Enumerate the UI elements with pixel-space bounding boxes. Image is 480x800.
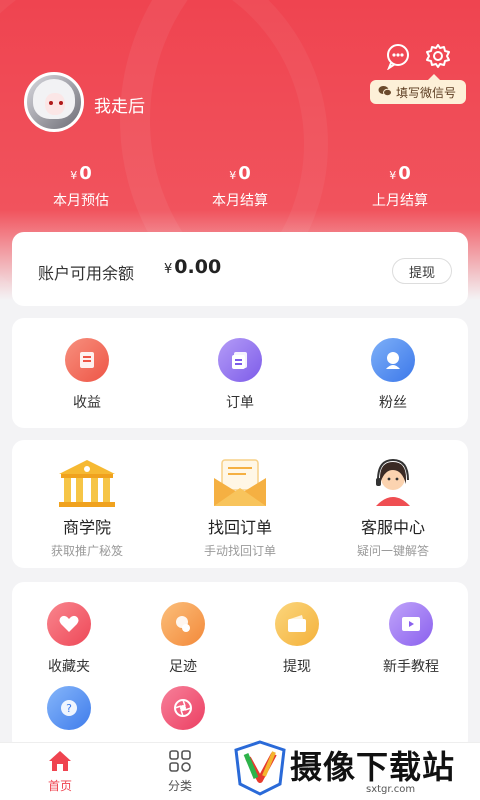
menu-item-subtitle: 手动找回订单 [203,544,276,558]
menu-item-title: 商学院 [62,518,111,537]
footprint-icon [161,602,205,646]
menu-item-help[interactable]: ? [24,686,114,730]
menu-item-orders[interactable]: 订单 [195,338,285,412]
menu-item-footprint[interactable]: 足迹 [138,602,228,676]
help-icon: ? [47,686,91,730]
menu-item-title: 找回订单 [207,518,272,537]
stat-value: 0 [398,163,411,184]
settings-gear-icon[interactable] [424,42,452,70]
stat-label: 上月结算 [372,193,428,209]
menu-item-tutorial[interactable]: 新手教程 [366,602,456,676]
tab-category[interactable]: 分类 [150,749,210,794]
message-icon[interactable] [384,42,412,71]
video-icon [389,602,433,646]
menu-item-label: 订单 [226,395,254,411]
menu-item-label: 提现 [283,659,311,675]
currency-symbol: ¥ [229,169,237,182]
watermark-logo-icon [234,740,286,800]
tab-label: 分类 [167,779,192,793]
watermark-text: 摄像下载站 [290,748,456,786]
aperture-icon [161,686,205,730]
balance-value: 0.00 [174,256,222,278]
avatar-eye [59,101,63,105]
stat-label: 本月结算 [212,193,268,209]
tab-label: 首页 [47,779,72,793]
menu-item-label: 收藏夹 [48,659,90,675]
tools-menu: 收藏夹 足迹 提现 新手教程 ? [12,582,468,752]
earnings-icon [65,338,109,382]
menu-item-academy[interactable]: 商学院 获取推广秘笈 [22,452,152,559]
menu-item-label: 新手教程 [383,659,439,675]
menu-item-title: 客服中心 [360,518,425,537]
withdraw-button[interactable]: 提现 [392,258,452,284]
avatar[interactable] [24,72,84,132]
wechat-icon [378,85,392,100]
watermark: 摄像下载站 sxtgr.com [230,736,480,800]
menu-item-fans[interactable]: 粉丝 [348,338,438,412]
stat-label: 本月预估 [53,193,109,209]
stat-month-settled[interactable]: ¥0 本月结算 [185,163,295,210]
menu-item-label: 粉丝 [379,395,407,411]
wechat-tip-label: 填写微信号 [396,85,457,100]
home-icon [30,749,90,775]
wechat-tip[interactable]: 填写微信号 [370,74,466,104]
fans-icon [371,338,415,382]
quick-menu: 收益 订单 粉丝 [12,318,468,428]
envelope-icon [175,452,305,508]
menu-item-favorites[interactable]: 收藏夹 [24,602,114,676]
currency-symbol: ¥ [164,262,173,277]
menu-item-label: 足迹 [169,659,197,675]
menu-item-aperture[interactable] [138,686,228,730]
watermark-url: sxtgr.com [366,784,416,795]
menu-item-label: 收益 [73,395,101,411]
menu-item-withdraw[interactable]: 提现 [252,602,342,676]
menu-item-subtitle: 获取推广秘笈 [50,544,123,558]
stat-value: 0 [238,163,251,184]
stat-last-month-settled[interactable]: ¥0 上月结算 [345,163,455,210]
category-icon [150,749,210,775]
menu-item-retrieve-order[interactable]: 找回订单 手动找回订单 [175,452,305,559]
service-menu: 商学院 获取推广秘笈 找回订单 手动找回订单 客服中心 疑问一键解答 [12,440,468,568]
heart-icon [47,602,91,646]
menu-item-subtitle: 疑问一键解答 [356,544,429,558]
svg-text:?: ? [66,702,72,715]
order-icon [218,338,262,382]
wallet-icon [275,602,319,646]
username[interactable]: 我走后 [94,92,145,117]
balance-card: 账户可用余额 ¥0.00 提现 [12,232,468,306]
academy-icon [22,452,152,508]
currency-symbol: ¥ [70,169,78,182]
menu-item-earnings[interactable]: 收益 [42,338,132,412]
balance-label: 账户可用余额 [38,264,135,283]
stat-month-estimate[interactable]: ¥0 本月预估 [26,163,136,210]
balance-amount: ¥0.00 [164,256,221,278]
stat-value: 0 [79,163,92,184]
tab-home[interactable]: 首页 [30,749,90,794]
customer-service-icon [328,452,458,508]
avatar-eye [49,101,53,105]
currency-symbol: ¥ [389,169,397,182]
menu-item-customer-service[interactable]: 客服中心 疑问一键解答 [328,452,458,559]
